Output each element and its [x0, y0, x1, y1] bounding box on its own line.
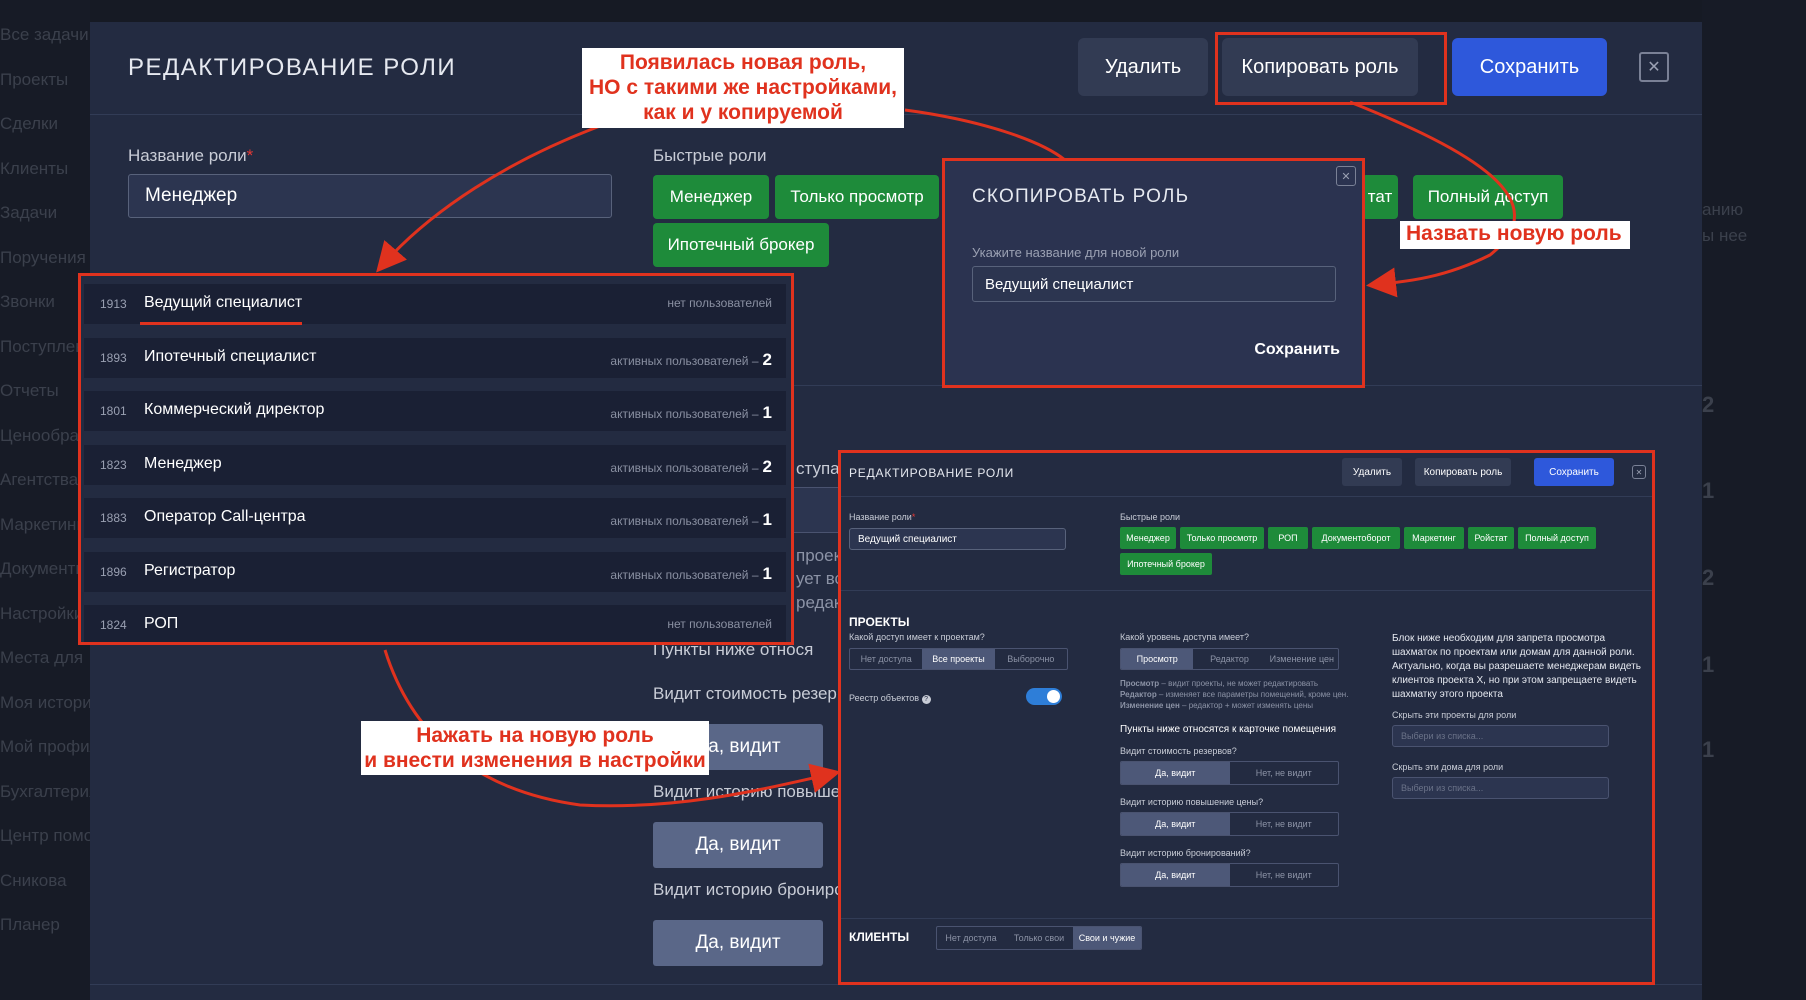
- callout-name-new-role: Назвать новую роль: [1400, 221, 1630, 249]
- callout-new-role: Появилась новая роль, НО с такими же наст…: [582, 48, 904, 128]
- callout-click-new-role: Нажать на новую роль и внести изменения в…: [361, 721, 709, 775]
- annotation-arrows: [376, 100, 1516, 808]
